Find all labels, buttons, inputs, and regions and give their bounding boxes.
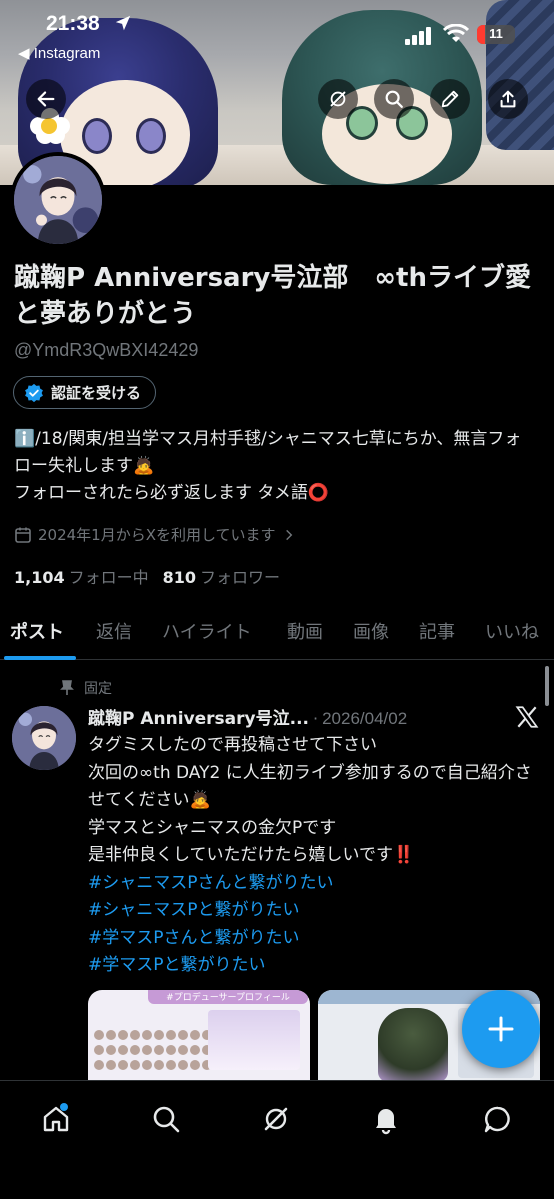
tab-posts[interactable]: ポスト xyxy=(10,618,64,644)
joined-text: 2024年1月からXを利用しています xyxy=(38,526,276,544)
display-name: 蹴鞠P Anniversary号泣部 ∞thライブ愛と夢ありがとう xyxy=(14,263,531,329)
profile-tabs: ポスト 返信 ハイライト 動画 画像 記事 いいね xyxy=(0,604,554,660)
bio-line: フォローされたら必ず返します タメ語⭕ xyxy=(14,483,330,503)
tab-highlights[interactable]: ハイライト xyxy=(162,618,252,644)
pinned-indicator: 固定 xyxy=(60,678,112,698)
tab-replies[interactable]: 返信 xyxy=(96,618,132,644)
bio-line: ℹ️/18/関東/担当学マス月村手毬/シャニマス七草にちか、無言フォロー失礼しま… xyxy=(14,429,522,476)
chevron-right-icon xyxy=(285,529,292,540)
battery-level: 11 xyxy=(489,26,503,41)
back-button[interactable] xyxy=(26,79,66,119)
plus-icon xyxy=(488,1016,514,1042)
search-icon xyxy=(385,90,403,108)
media-character xyxy=(378,1008,448,1082)
hashtag-link[interactable]: #シャニマスPと繋がりたい xyxy=(88,897,538,925)
wifi-icon xyxy=(443,24,469,42)
status-time: 21:38 xyxy=(46,12,100,35)
status-bar: 21:38 ◀ Instagram 11 xyxy=(0,0,554,66)
cellular-signal-icon xyxy=(405,27,431,45)
followers-label: フォロワー xyxy=(200,568,281,587)
following-link[interactable]: 1,104 フォロー中 xyxy=(14,564,149,588)
profile-avatar[interactable] xyxy=(10,152,106,248)
media-header: #プロデューサープロフィール xyxy=(148,990,308,1004)
back-to-app-link[interactable]: ◀ Instagram xyxy=(18,44,100,62)
compose-post-button[interactable] xyxy=(462,990,540,1068)
pinned-label: 固定 xyxy=(84,681,112,697)
tab-likes[interactable]: いいね xyxy=(485,618,539,644)
post-date[interactable]: 2026/04/02 xyxy=(322,709,407,729)
followers-link[interactable]: 810 フォロワー xyxy=(163,564,280,588)
hashtag-link[interactable]: #学マスPと繋がりたい xyxy=(88,952,538,980)
bell-icon xyxy=(376,1109,396,1135)
pin-icon xyxy=(60,680,74,695)
following-label: フォロー中 xyxy=(68,568,149,587)
avatar-image xyxy=(12,706,76,770)
joined-date[interactable]: 2024年1月からXを利用しています xyxy=(14,524,296,545)
follow-stats: 1,104 フォロー中 810 フォロワー xyxy=(14,564,280,588)
profile-bio: ℹ️/18/関東/担当学マス月村手毬/シャニマス七草にちか、無言フォロー失礼しま… xyxy=(14,426,534,507)
post-author-name[interactable]: 蹴鞠P Anniversary号泣... xyxy=(88,704,309,729)
pencil-icon xyxy=(441,90,459,108)
nav-notifications[interactable] xyxy=(366,1099,406,1139)
bottom-navigation xyxy=(0,1080,554,1199)
calendar-icon xyxy=(15,527,31,543)
nav-grok[interactable] xyxy=(256,1099,296,1139)
post-line: タグミスしたので再投稿させて下さい xyxy=(88,735,377,755)
battery-indicator: 11 xyxy=(477,25,515,44)
location-arrow-icon xyxy=(115,15,131,31)
hashtag-link[interactable]: #シャニマスPさんと繋がりたい xyxy=(88,870,538,898)
get-verified-button[interactable]: 認証を受ける xyxy=(13,376,157,409)
tab-videos[interactable]: 動画 xyxy=(287,618,323,644)
post-media-1[interactable]: #プロデューサープロフィール xyxy=(88,990,310,1082)
media-character-grid xyxy=(94,1030,212,1074)
get-verified-label: 認証を受ける xyxy=(51,384,142,402)
hashtag-link[interactable]: #学マスPさんと繋がりたい xyxy=(88,925,538,953)
nav-home[interactable] xyxy=(36,1099,76,1139)
post-separator: · xyxy=(313,709,319,728)
post-text: タグミスしたので再投稿させて下さい 次回の∞th DAY2 に人生初ライブ参加す… xyxy=(88,732,538,980)
edit-button[interactable] xyxy=(430,79,470,119)
media-header-text: #プロデューサープロフィール xyxy=(166,993,290,1003)
arrow-left-icon xyxy=(37,91,55,107)
post-line: 是非仲良くしていただけたら嬉しいです‼️ xyxy=(88,845,415,865)
avatar-image xyxy=(14,156,102,244)
search-button[interactable] xyxy=(374,79,414,119)
post-author-avatar[interactable] xyxy=(12,706,76,770)
share-button[interactable] xyxy=(488,79,528,119)
post-line: 次回の∞th DAY2 に人生初ライブ参加するので自己紹介させてください🙇 xyxy=(88,762,532,811)
x-logo-icon xyxy=(515,706,539,728)
following-count: 1,104 xyxy=(14,568,65,587)
home-new-dot xyxy=(60,1103,68,1111)
tab-photos[interactable]: 画像 xyxy=(353,618,389,644)
grok-icon xyxy=(330,91,346,107)
verified-badge-icon xyxy=(25,383,43,402)
tab-articles[interactable]: 記事 xyxy=(419,618,455,644)
chat-icon xyxy=(484,1106,510,1133)
post-line: 学マスとシャニマスの金欠Pです xyxy=(88,817,337,838)
nav-messages[interactable] xyxy=(478,1099,518,1139)
post-header: 蹴鞠P Anniversary号泣... · 2026/04/02 xyxy=(88,704,478,729)
nav-search[interactable] xyxy=(146,1099,186,1139)
share-icon xyxy=(500,90,516,108)
grok-icon xyxy=(264,1107,288,1131)
active-tab-indicator xyxy=(4,656,76,660)
profile-screen: 21:38 ◀ Instagram 11 蹴鞠P Anniversary号泣部 … xyxy=(0,0,554,1199)
grok-button[interactable] xyxy=(318,79,358,119)
media-profile-panel xyxy=(208,1010,300,1070)
search-icon xyxy=(153,1106,180,1133)
scrollbar[interactable] xyxy=(545,666,549,706)
followers-count: 810 xyxy=(162,568,197,587)
user-handle: @YmdR3QwBXI42429 xyxy=(14,340,199,360)
